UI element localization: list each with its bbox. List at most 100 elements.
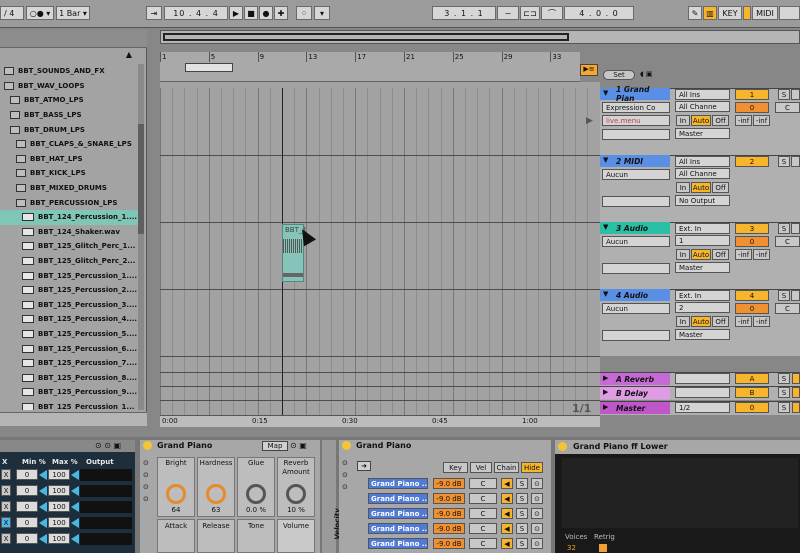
volume-field[interactable]: 0	[735, 102, 769, 113]
browser-item[interactable]: BBT_125_Percussion_8....	[0, 371, 140, 386]
return-pre-post-button[interactable]	[792, 402, 800, 413]
browser-scroll-up-icon[interactable]: ▲	[126, 50, 132, 59]
chain-name[interactable]: Grand Piano ...	[368, 508, 428, 519]
lane-fold-icon[interactable]: ▶	[586, 116, 593, 126]
return-name[interactable]: Master	[600, 402, 670, 414]
quantize-dropdown[interactable]: 1 Bar ▾	[56, 6, 90, 20]
punch-button[interactable]: ▾	[314, 6, 330, 20]
record-button[interactable]: ●	[259, 6, 273, 20]
chain-solo-button[interactable]: S	[516, 493, 528, 504]
follow-button[interactable]: ⇥	[146, 6, 162, 20]
master-output-select[interactable]: 1/2	[675, 402, 730, 413]
rack-chain-button[interactable]: Chain	[494, 462, 519, 473]
chain-name[interactable]: Grand Piano ...	[368, 523, 428, 534]
max-arrow-icon[interactable]	[71, 502, 79, 512]
time-signature[interactable]: / 4	[0, 6, 24, 20]
volume-field[interactable]: 0	[735, 303, 769, 314]
browser-item[interactable]: BBT_125_Percussion_6....	[0, 341, 140, 356]
browser-item[interactable]: BBT_125_Percussion_5....	[0, 327, 140, 342]
max-arrow-icon[interactable]	[71, 470, 79, 480]
browser-item[interactable]: BBT_HAT_LPS	[0, 152, 140, 167]
add-button[interactable]: ✚	[274, 6, 288, 20]
send-a-field[interactable]: -inf	[735, 249, 752, 260]
rack-side-icons[interactable]: ⊙ ⊙ ⊙	[342, 457, 348, 493]
gp-power-icon[interactable]	[143, 441, 152, 450]
punch-in-icon[interactable]: ~	[497, 6, 519, 20]
track-activator[interactable]: 2	[735, 156, 769, 167]
monitor-auto-button[interactable]: Auto	[691, 249, 711, 260]
track-fold-icon[interactable]: ▼	[603, 156, 608, 164]
retrig-toggle[interactable]	[599, 544, 607, 552]
device-param[interactable]	[602, 330, 670, 341]
min-arrow-icon[interactable]	[39, 486, 47, 496]
return-name[interactable]: A Reverb	[600, 373, 670, 385]
gp-map-button[interactable]: Map	[262, 441, 288, 451]
input-type-select[interactable]: Ext. In	[675, 223, 730, 234]
chain-pan[interactable]: C	[469, 508, 497, 519]
track-activator[interactable]: 4	[735, 290, 769, 301]
monitor-off-button[interactable]: Off	[712, 249, 729, 260]
overdub-button[interactable]: ⁘	[296, 6, 312, 20]
track-activator[interactable]: 1	[735, 89, 769, 100]
chain-solo-button[interactable]: S	[516, 508, 528, 519]
browser-item[interactable]: BBT_125_Percussion_3....	[0, 298, 140, 313]
browser-item[interactable]: BBT_125_Glitch_Perc_1...	[0, 239, 140, 254]
output-select[interactable]: Master	[675, 262, 730, 273]
browser-item[interactable]: BBT_124_Percussion_1....	[0, 210, 140, 225]
gp-header-icons[interactable]: ⊙ ▣	[290, 441, 307, 450]
browser-item[interactable]: BBT_125_Percussion_1...	[0, 400, 140, 410]
chain-volume[interactable]: -9.0 dB	[433, 508, 465, 519]
monitor-off-button[interactable]: Off	[712, 182, 729, 193]
device-chooser[interactable]: Aucun	[602, 169, 670, 180]
output-field[interactable]	[80, 469, 132, 481]
chain-pan[interactable]: C	[469, 478, 497, 489]
send-a-field[interactable]: -inf	[735, 316, 752, 327]
metronome-dropdown[interactable]: ○● ▾	[26, 6, 54, 20]
return-solo-button[interactable]: S	[778, 387, 790, 398]
knob-dial-icon[interactable]	[206, 484, 226, 504]
monitor-in-button[interactable]: In	[676, 249, 690, 260]
monitor-in-button[interactable]: In	[676, 182, 690, 193]
monitor-in-button[interactable]: In	[676, 316, 690, 327]
arm-button[interactable]	[791, 290, 800, 301]
return-pre-post-button[interactable]	[792, 373, 800, 384]
return-solo-button[interactable]: S	[778, 373, 790, 384]
stop-button[interactable]: ■	[244, 6, 258, 20]
min-arrow-icon[interactable]	[39, 470, 47, 480]
loop-length-field[interactable]: 4 . 0 . 0	[564, 6, 634, 20]
input-channel-select[interactable]: 1	[675, 235, 730, 246]
midifx-toggle[interactable]: X	[1, 469, 11, 480]
browser-item[interactable]: BBT_KICK_LPS	[0, 166, 140, 181]
midifx-toggle[interactable]: X	[1, 533, 11, 544]
rack-hide-button[interactable]: Hide	[521, 462, 543, 473]
monitor-auto-button[interactable]: Auto	[691, 115, 711, 126]
output-field[interactable]	[80, 533, 132, 545]
device-param[interactable]	[602, 129, 670, 140]
browser-item[interactable]: BBT_125_Glitch_Perc_2...	[0, 254, 140, 269]
browser-item[interactable]: BBT_PERCUSSION_LPS	[0, 195, 140, 210]
input-type-select[interactable]: All Ins	[675, 89, 730, 100]
track-name[interactable]: 1 Grand Pian	[600, 85, 670, 103]
pan-field[interactable]: C	[775, 303, 800, 314]
return-solo-button[interactable]: S	[778, 402, 790, 413]
device-chooser[interactable]: Expression Co	[602, 102, 670, 113]
knob-dial-icon[interactable]	[246, 484, 266, 504]
knob-dial-icon[interactable]	[286, 484, 306, 504]
rack-power-icon[interactable]	[342, 441, 351, 450]
chain-name[interactable]: Grand Piano ...	[368, 478, 428, 489]
chain-volume[interactable]: -9.0 dB	[433, 538, 465, 549]
monitor-auto-button[interactable]: Auto	[691, 182, 711, 193]
device-chooser-2[interactable]: live.menu	[602, 115, 670, 126]
chain-volume[interactable]: -9.0 dB	[433, 493, 465, 504]
chain-speaker-icon[interactable]: ◀	[501, 508, 513, 519]
send-b-field[interactable]: -inf	[753, 316, 770, 327]
monitor-off-button[interactable]: Off	[712, 316, 729, 327]
sampler-power-icon[interactable]	[558, 442, 567, 451]
solo-button[interactable]: S	[778, 223, 790, 234]
chain-speaker-icon[interactable]: ◀	[501, 478, 513, 489]
loop-switch-icon[interactable]: ⊏⊐	[520, 6, 540, 20]
draw-mode-icon[interactable]: ✎	[688, 6, 702, 20]
input-type-select[interactable]: Ext. In	[675, 290, 730, 301]
browser-item[interactable]: BBT_MIXED_DRUMS	[0, 181, 140, 196]
track-fold-icon[interactable]: ▼	[603, 290, 608, 298]
